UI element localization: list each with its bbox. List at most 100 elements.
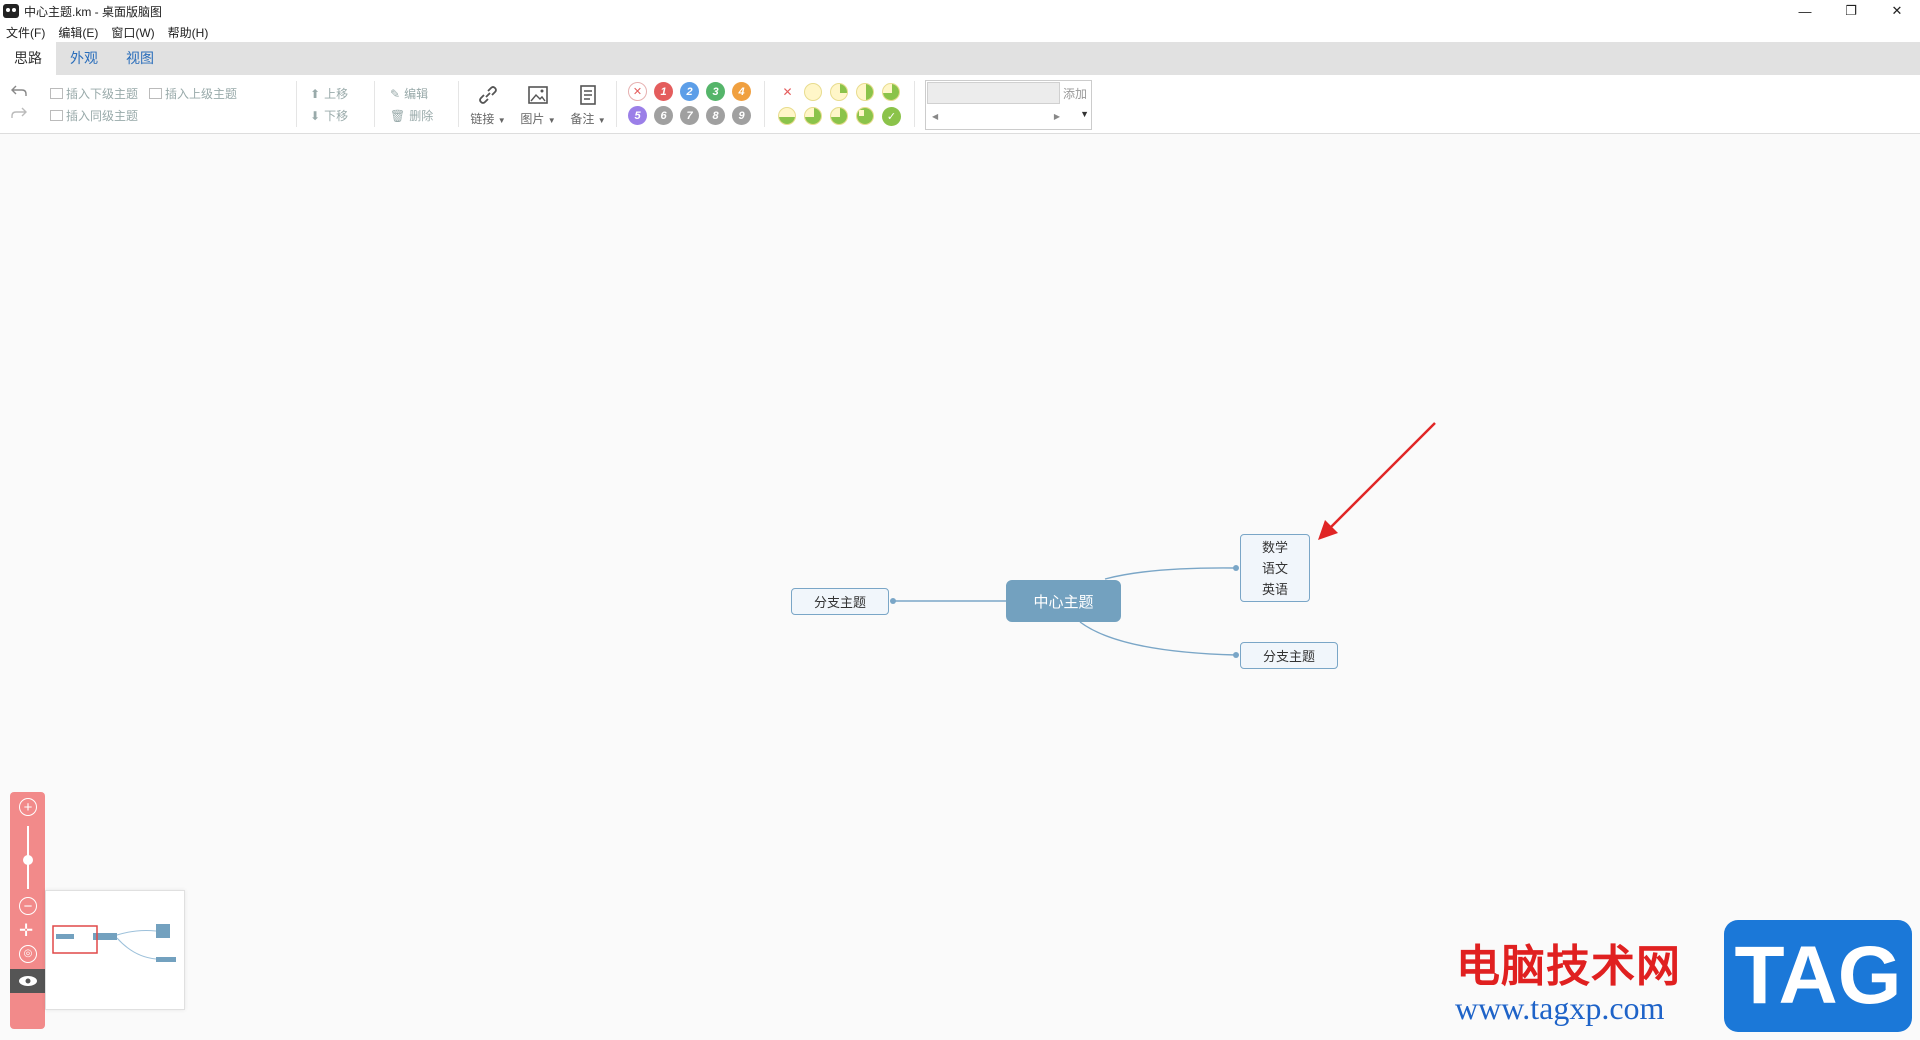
redo-icon[interactable]: [10, 106, 28, 120]
window-title: 中心主题.km - 桌面版脑图: [24, 4, 162, 19]
tab-idea[interactable]: 思路: [0, 42, 56, 75]
resource-panel: 添加 ◀ ▶ ▼: [925, 80, 1092, 130]
insert-parent-icon: [149, 88, 162, 99]
progress-3-icon[interactable]: [882, 83, 900, 101]
trash-icon: 🗑: [390, 108, 406, 123]
menu-file[interactable]: 文件(F): [6, 24, 45, 41]
priority-4-icon[interactable]: 4: [732, 82, 751, 101]
toolbar-divider: [764, 81, 765, 127]
caret-down-icon: ▼: [547, 116, 556, 125]
branch-topic-right-bottom[interactable]: 分支主题: [1240, 642, 1338, 669]
minimap-navigator[interactable]: [45, 890, 185, 1010]
ribbon-tabs: 思路 外观 视图: [0, 42, 1920, 75]
insert-child-icon: [50, 88, 63, 99]
pencil-icon: ✎: [390, 86, 401, 101]
tab-view[interactable]: 视图: [112, 42, 168, 75]
arrow-up-icon: ⬆: [310, 86, 321, 101]
toolbar-divider: [458, 81, 459, 127]
caret-down-icon: ▼: [597, 116, 606, 125]
menu-window[interactable]: 窗口(W): [111, 24, 154, 41]
locate-center-icon[interactable]: ◎: [19, 945, 37, 963]
resource-dropdown-icon[interactable]: ▼: [1080, 109, 1089, 119]
link-label: 链接: [470, 112, 495, 126]
branch-topic-left[interactable]: 分支主题: [791, 588, 889, 615]
progress-7-icon[interactable]: [856, 107, 874, 125]
progress-done-icon[interactable]: ✓: [882, 107, 901, 126]
insert-sibling-icon: [50, 110, 63, 121]
move-up-button[interactable]: ⬆ 上移: [310, 85, 348, 102]
delete-button[interactable]: 🗑 删除: [390, 107, 433, 124]
mindmap-canvas[interactable]: [0, 135, 1920, 1040]
resource-input[interactable]: [927, 82, 1060, 104]
move-down-label: 下移: [324, 109, 349, 123]
scroll-left-icon[interactable]: ◀: [932, 112, 938, 121]
menu-help[interactable]: 帮助(H): [168, 24, 209, 41]
progress-remove-icon[interactable]: ✕: [778, 82, 797, 101]
eye-icon: [18, 976, 37, 986]
toolbar-divider: [616, 81, 617, 127]
toolbar-divider: [296, 81, 297, 127]
scroll-right-icon[interactable]: ▶: [1054, 112, 1060, 121]
minimap-preview: [52, 924, 176, 962]
insert-parent-button[interactable]: 插入上级主题: [149, 85, 237, 102]
resource-add-button[interactable]: 添加: [1063, 85, 1087, 102]
close-button[interactable]: ✕: [1874, 0, 1920, 22]
image-label: 图片: [520, 112, 545, 126]
priority-5-icon[interactable]: 5: [628, 106, 647, 125]
minimize-button[interactable]: —: [1782, 0, 1828, 22]
move-icon[interactable]: ✛: [19, 921, 33, 941]
progress-5-icon[interactable]: [804, 107, 822, 125]
image-button[interactable]: 图片 ▼: [518, 83, 558, 127]
watermark-url: www.tagxp.com: [1455, 990, 1665, 1026]
edit-label: 编辑: [404, 87, 429, 101]
watermark-site-name: 电脑技术网: [1456, 941, 1681, 992]
priority-3-icon[interactable]: 3: [706, 82, 725, 101]
priority-9-icon[interactable]: 9: [732, 106, 751, 125]
watermark-tag-logo: TAG: [1724, 920, 1912, 1032]
navigator-toggle[interactable]: [10, 969, 45, 993]
caret-down-icon: ▼: [497, 116, 506, 125]
root-topic[interactable]: 中心主题: [1006, 580, 1121, 622]
branch-topic-subjects[interactable]: 数学 语文 英语: [1240, 534, 1310, 602]
edit-button[interactable]: ✎ 编辑: [390, 85, 428, 102]
progress-2-icon[interactable]: [856, 83, 874, 101]
title-bar: 中心主题.km - 桌面版脑图 — ❐ ✕: [0, 0, 1920, 22]
restore-button[interactable]: ❐: [1828, 0, 1874, 22]
image-icon: [528, 86, 548, 104]
priority-remove-icon[interactable]: ✕: [628, 82, 647, 101]
progress-1-icon[interactable]: [830, 83, 848, 101]
zoom-in-icon[interactable]: +: [19, 798, 37, 816]
insert-sibling-button[interactable]: 插入同级主题: [50, 107, 138, 124]
link-button[interactable]: 链接 ▼: [468, 83, 508, 127]
progress-4-icon[interactable]: [778, 107, 796, 125]
delete-label: 删除: [409, 109, 434, 123]
topic-line: 数学: [1261, 539, 1288, 555]
topic-line: 英语: [1261, 581, 1288, 597]
menu-edit[interactable]: 编辑(E): [58, 24, 98, 41]
priority-2-icon[interactable]: 2: [680, 82, 699, 101]
insert-child-button[interactable]: 插入下级主题: [50, 85, 138, 102]
move-down-button[interactable]: ⬇ 下移: [310, 107, 348, 124]
tab-appearance[interactable]: 外观: [56, 42, 112, 75]
zoom-out-icon[interactable]: −: [19, 897, 37, 915]
zoom-slider-knob[interactable]: [23, 855, 33, 865]
window-controls: — ❐ ✕: [1782, 0, 1920, 22]
toolbar-divider: [914, 81, 915, 127]
menu-bar: 文件(F) 编辑(E) 窗口(W) 帮助(H): [0, 22, 1920, 42]
toolbar-divider: [374, 81, 375, 127]
priority-6-icon[interactable]: 6: [654, 106, 673, 125]
priority-8-icon[interactable]: 8: [706, 106, 725, 125]
progress-6-icon[interactable]: [830, 107, 848, 125]
note-label: 备注: [570, 112, 595, 126]
priority-7-icon[interactable]: 7: [680, 106, 699, 125]
note-button[interactable]: 备注 ▼: [568, 83, 608, 127]
priority-1-icon[interactable]: 1: [654, 82, 673, 101]
move-up-label: 上移: [324, 87, 349, 101]
zoom-toolbar: + − ✛ ◎: [10, 792, 45, 1029]
app-logo-icon: [3, 4, 19, 18]
progress-0-icon[interactable]: [804, 83, 822, 101]
resource-scrollbar[interactable]: ◀ ▶: [928, 107, 1064, 125]
insert-parent-label: 插入上级主题: [165, 87, 238, 101]
link-icon: [479, 86, 497, 104]
undo-icon[interactable]: [10, 84, 28, 98]
